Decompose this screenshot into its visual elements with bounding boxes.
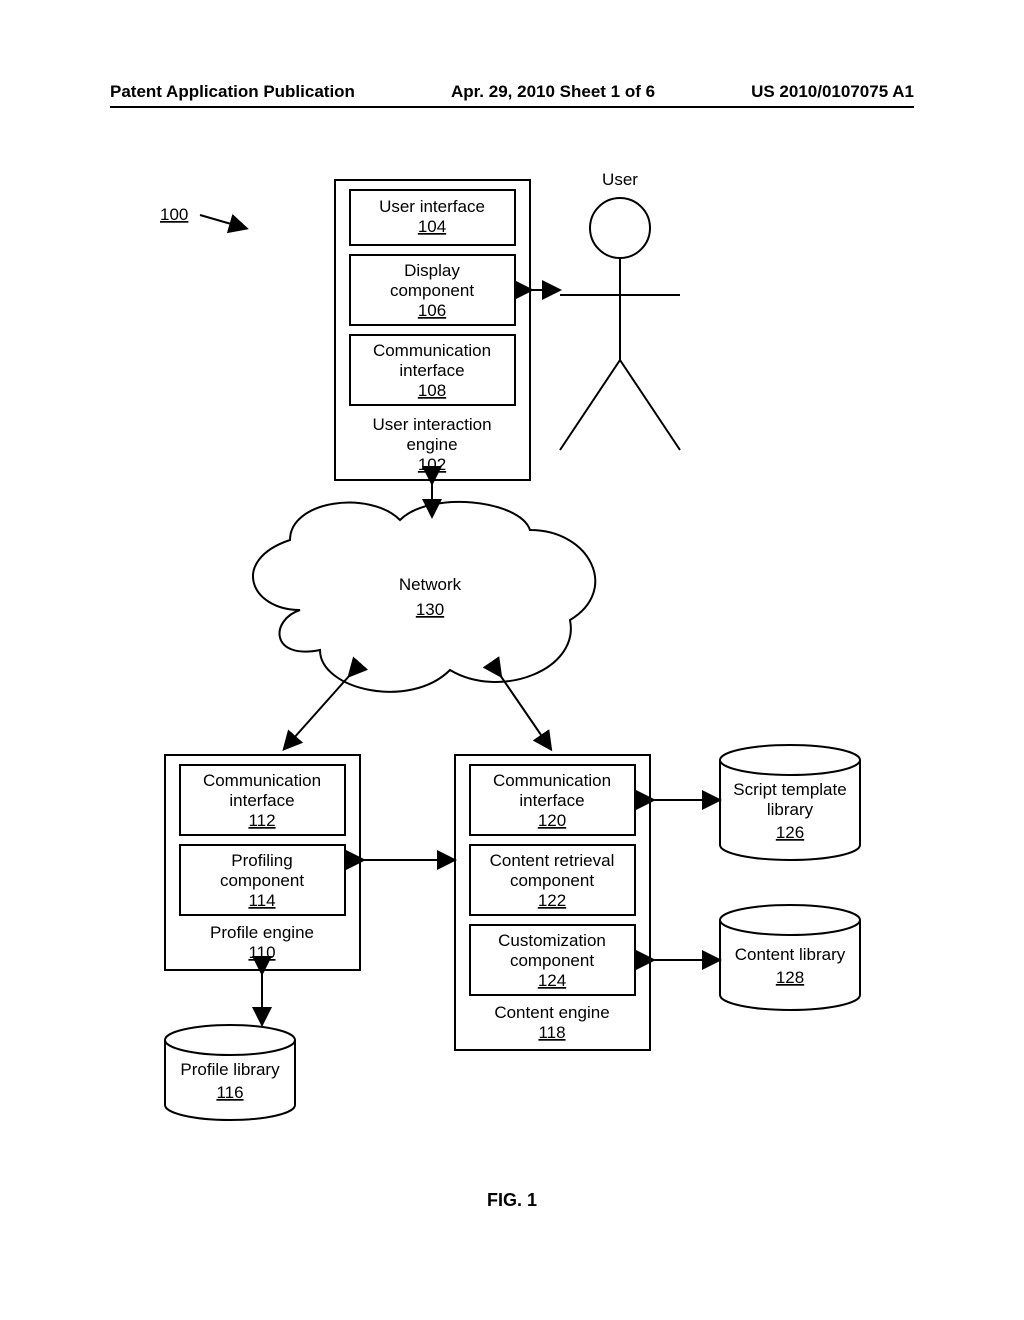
ui-title: User interface: [379, 197, 485, 216]
ret-t2: component: [510, 871, 594, 890]
uie-title-2: engine: [406, 435, 457, 454]
stl-t1: Script template: [733, 780, 846, 799]
content-engine: Communication interface 120 Content retr…: [455, 755, 650, 1050]
profile-engine: Communication interface 112 Profiling co…: [165, 755, 360, 970]
diagram: 100 User interface 104 Display component…: [0, 120, 1024, 1220]
display-title-2: component: [390, 281, 474, 300]
comm112-t1: Communication: [203, 771, 321, 790]
page: Patent Application Publication Apr. 29, …: [0, 0, 1024, 1320]
comm120-num: 120: [538, 811, 566, 830]
comm108-title-1: Communication: [373, 341, 491, 360]
comm112-t2: interface: [229, 791, 294, 810]
cust-t1: Customization: [498, 931, 606, 950]
ce-title: Content engine: [494, 1003, 609, 1022]
network-cloud: Network 130: [253, 502, 595, 692]
ret-t1: Content retrieval: [490, 851, 615, 870]
uie-num: 102: [418, 455, 446, 474]
pe-title: Profile engine: [210, 923, 314, 942]
prof-t2: component: [220, 871, 304, 890]
profile-library: Profile library 116: [165, 1025, 295, 1120]
ce-num: 118: [538, 1023, 565, 1042]
header-center: Apr. 29, 2010 Sheet 1 of 6: [451, 82, 655, 102]
display-num: 106: [418, 301, 446, 320]
content-library: Content library 128: [720, 905, 860, 1010]
pe-num: 110: [248, 943, 275, 962]
prof-t1: Profiling: [231, 851, 292, 870]
cl-num: 128: [776, 968, 804, 987]
ui-num: 104: [418, 217, 446, 236]
script-template-library: Script template library 126: [720, 745, 860, 860]
uie-title-1: User interaction: [372, 415, 491, 434]
comm112-num: 112: [248, 811, 275, 830]
user-icon: User: [560, 170, 680, 450]
comm108-title-2: interface: [399, 361, 464, 380]
figure-label: FIG. 1: [0, 1190, 1024, 1211]
user-interaction-engine: User interface 104 Display component 106…: [335, 180, 530, 480]
pl-title: Profile library: [180, 1060, 280, 1079]
comm120-t2: interface: [519, 791, 584, 810]
cl-title: Content library: [735, 945, 846, 964]
network-num: 130: [416, 600, 444, 619]
page-header: Patent Application Publication Apr. 29, …: [110, 82, 914, 108]
header-right: US 2010/0107075 A1: [751, 82, 914, 102]
stl-num: 126: [776, 823, 804, 842]
comm108-num: 108: [418, 381, 446, 400]
header-left: Patent Application Publication: [110, 82, 355, 102]
prof-num: 114: [248, 891, 275, 910]
pl-num: 116: [216, 1083, 243, 1102]
display-title-1: Display: [404, 261, 460, 280]
comm120-t1: Communication: [493, 771, 611, 790]
ret-num: 122: [538, 891, 566, 910]
cust-t2: component: [510, 951, 594, 970]
user-label: User: [602, 170, 638, 189]
network-title: Network: [399, 575, 462, 594]
ref-100: 100: [160, 205, 188, 224]
cust-num: 124: [538, 971, 566, 990]
stl-t2: library: [767, 800, 814, 819]
